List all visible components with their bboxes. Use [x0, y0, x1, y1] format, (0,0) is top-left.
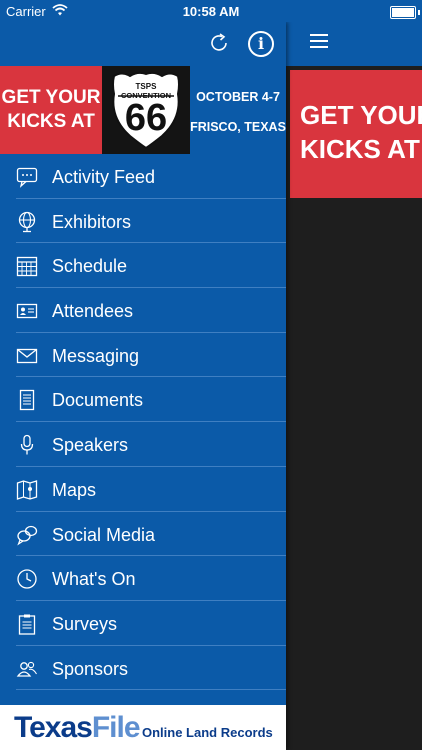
id-card-icon: [16, 303, 38, 319]
menu-item-activity-feed[interactable]: Activity Feed: [0, 154, 286, 199]
menu-item-attendees[interactable]: Attendees: [0, 288, 286, 333]
navigation-drawer: i GET YOUR KICKS AT TSPS CONVENTION 66 O…: [0, 22, 286, 750]
menu-item-label: Messaging: [52, 345, 140, 366]
footer-tagline: Online Land Records: [142, 725, 273, 740]
logo-part1: Texas: [14, 711, 93, 744]
document-icon: [19, 390, 35, 411]
convention-banner[interactable]: GET YOUR KICKS AT TSPS CONVENTION 66 OCT…: [0, 66, 286, 154]
calendar-icon: [16, 257, 38, 277]
banner-red-panel: GET YOUR KICKS AT: [0, 66, 102, 154]
menu-item-label: Activity Feed: [52, 167, 156, 187]
social-bubbles-icon: [17, 525, 38, 546]
shield-number: 66: [124, 97, 168, 139]
menu-item-messaging[interactable]: Messaging: [0, 333, 286, 378]
main-banner[interactable]: GET YOUR KICKS AT: [290, 70, 422, 198]
banner-location: FRISCO, TEXAS: [190, 120, 286, 134]
main-banner-line1: GET YOUR: [300, 100, 422, 130]
chat-bubble-icon: [16, 167, 38, 188]
menu-item-label: Documents: [52, 390, 144, 411]
clock-icon: [17, 569, 37, 589]
info-icon[interactable]: i: [248, 31, 274, 57]
menu-item-schedule[interactable]: Schedule: [0, 243, 286, 289]
menu-item-sponsors[interactable]: Sponsors: [0, 646, 286, 691]
drawer-header: i: [0, 22, 286, 66]
status-bar: Carrier 10:58 AM: [0, 0, 422, 22]
banner-left-line2: KICKS AT: [7, 111, 95, 132]
microphone-icon: [20, 434, 34, 455]
banner-date: OCTOBER 4-7: [196, 90, 280, 104]
route-66-shield-logo: TSPS CONVENTION 66: [108, 70, 184, 150]
refresh-icon[interactable]: [208, 32, 230, 54]
shield-tsps: TSPS: [135, 82, 157, 91]
menu-item-label: Speakers: [52, 435, 129, 456]
main-banner-line2: KICKS AT: [300, 134, 420, 164]
menu-item-surveys[interactable]: Surveys: [0, 601, 286, 646]
menu-item-whats-on[interactable]: What's On: [0, 556, 286, 601]
banner-logo-panel: TSPS CONVENTION 66: [102, 66, 190, 154]
menu-item-label: Surveys: [52, 613, 118, 634]
menu-item-maps[interactable]: Maps: [0, 467, 286, 512]
menu-item-label: What's On: [52, 569, 136, 590]
texasfile-logo: TexasFile: [14, 711, 141, 745]
map-icon: [16, 479, 38, 500]
menu-item-speakers[interactable]: Speakers: [0, 422, 286, 467]
envelope-icon: [16, 348, 38, 363]
main-topbar: [286, 22, 422, 66]
menu-item-label: Attendees: [52, 301, 134, 322]
drawer-menu: Activity Feed Exhibitors Schedule Attend…: [0, 154, 286, 691]
menu-item-label: Exhibitors: [52, 211, 132, 232]
clipboard-icon: [18, 614, 36, 635]
battery-icon: [390, 6, 420, 19]
sponsor-footer-ad[interactable]: TexasFile Online Land Records: [0, 705, 286, 750]
main-content: GET YOUR KICKS AT: [286, 22, 422, 750]
menu-item-label: Social Media: [52, 524, 156, 545]
banner-dates-panel: OCTOBER 4-7 FRISCO, TEXAS: [190, 66, 286, 154]
menu-item-label: Schedule: [52, 256, 128, 277]
clock-time: 10:58 AM: [182, 4, 240, 19]
logo-part2: File: [91, 711, 141, 744]
menu-item-social-media[interactable]: Social Media: [0, 512, 286, 557]
people-icon: [16, 661, 37, 677]
globe-icon: [18, 211, 36, 232]
menu-hamburger-icon[interactable]: [310, 34, 328, 48]
menu-item-documents[interactable]: Documents: [0, 377, 286, 423]
menu-item-label: Maps: [52, 479, 97, 500]
banner-left-line1: GET YOUR: [1, 87, 101, 108]
menu-item-exhibitors[interactable]: Exhibitors: [0, 199, 286, 244]
menu-item-label: Sponsors: [52, 658, 129, 679]
